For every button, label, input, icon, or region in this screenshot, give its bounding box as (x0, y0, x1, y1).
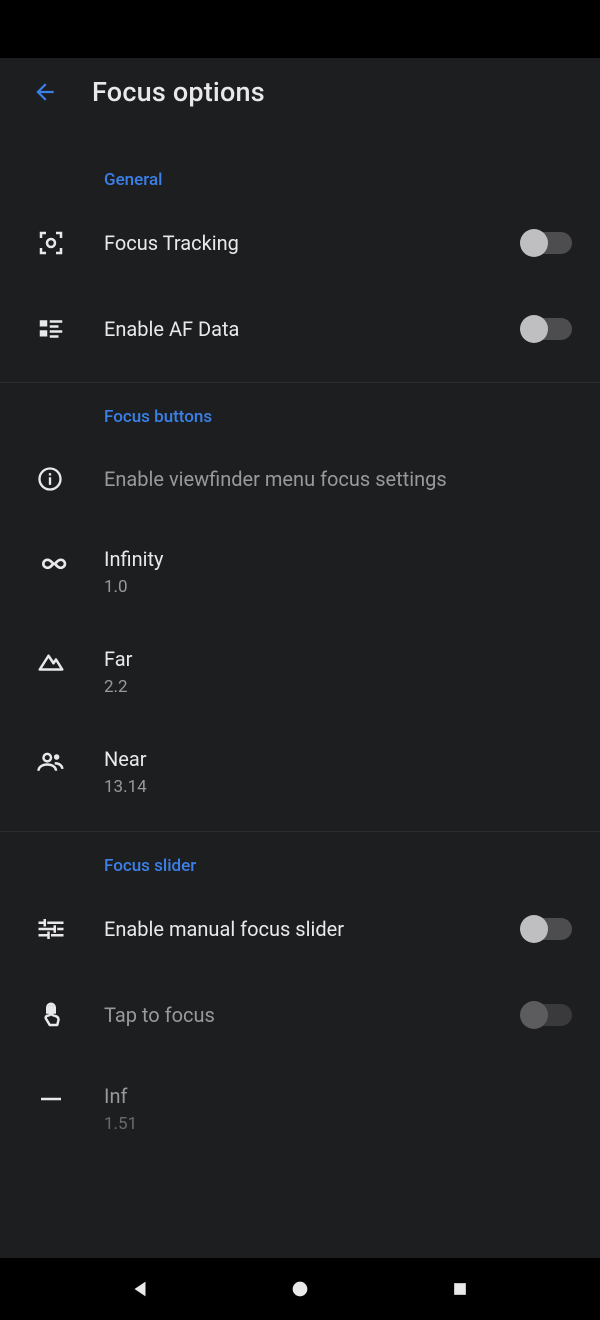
section-header-focus-slider: Focus slider (0, 832, 600, 886)
infinity-icon (36, 547, 68, 579)
square-recent-icon (450, 1279, 470, 1299)
hint-text: Enable viewfinder menu focus settings (104, 465, 572, 493)
setting-inf[interactable]: Inf 1.51 (0, 1058, 600, 1158)
arrow-left-icon (32, 79, 58, 105)
navigation-bar (0, 1258, 600, 1320)
hint-focus-buttons: Enable viewfinder menu focus settings (0, 437, 600, 521)
setting-enable-manual-slider[interactable]: Enable manual focus slider (0, 886, 600, 972)
toggle-tap-to-focus[interactable] (522, 1004, 572, 1026)
toggle-manual-slider[interactable] (522, 918, 572, 940)
page-title: Focus options (92, 76, 265, 108)
setting-tap-to-focus[interactable]: Tap to focus (0, 972, 600, 1058)
setting-value: 13.14 (104, 777, 572, 797)
setting-label: Enable manual focus slider (104, 915, 522, 943)
app-screen: Focus options General Focus Tracking (0, 58, 600, 1258)
setting-label: Inf (104, 1082, 572, 1110)
section-header-focus-buttons: Focus buttons (0, 383, 600, 437)
toggle-focus-tracking[interactable] (522, 232, 572, 254)
nav-home-button[interactable] (286, 1275, 314, 1303)
setting-label: Far (104, 645, 572, 673)
setting-label: Enable AF Data (104, 315, 522, 343)
setting-label: Tap to focus (104, 1001, 522, 1029)
mountain-icon (36, 647, 66, 677)
setting-enable-af-data[interactable]: Enable AF Data (0, 286, 600, 372)
setting-infinity[interactable]: Infinity 1.0 (0, 521, 600, 621)
setting-value: 2.2 (104, 677, 572, 697)
circle-home-icon (289, 1278, 311, 1300)
setting-focus-tracking[interactable]: Focus Tracking (0, 200, 600, 286)
sliders-icon (36, 914, 66, 944)
people-icon (36, 747, 66, 777)
setting-value: 1.51 (104, 1114, 572, 1134)
minus-icon (36, 1084, 66, 1114)
toggle-enable-af-data[interactable] (522, 318, 572, 340)
setting-near[interactable]: Near 13.14 (0, 721, 600, 821)
setting-label: Near (104, 745, 572, 773)
status-bar (0, 0, 600, 58)
setting-value: 1.0 (104, 577, 572, 597)
setting-label: Focus Tracking (104, 229, 522, 257)
tap-icon (36, 1000, 66, 1030)
app-bar: Focus options (0, 58, 600, 130)
focus-tracking-icon (36, 228, 66, 258)
setting-label: Infinity (104, 545, 572, 573)
section-header-general: General (0, 130, 600, 200)
setting-far[interactable]: Far 2.2 (0, 621, 600, 721)
info-icon (36, 465, 64, 493)
af-data-icon (36, 314, 66, 344)
nav-back-button[interactable] (126, 1275, 154, 1303)
triangle-back-icon (129, 1278, 151, 1300)
back-button[interactable] (30, 77, 60, 107)
nav-recent-button[interactable] (446, 1275, 474, 1303)
